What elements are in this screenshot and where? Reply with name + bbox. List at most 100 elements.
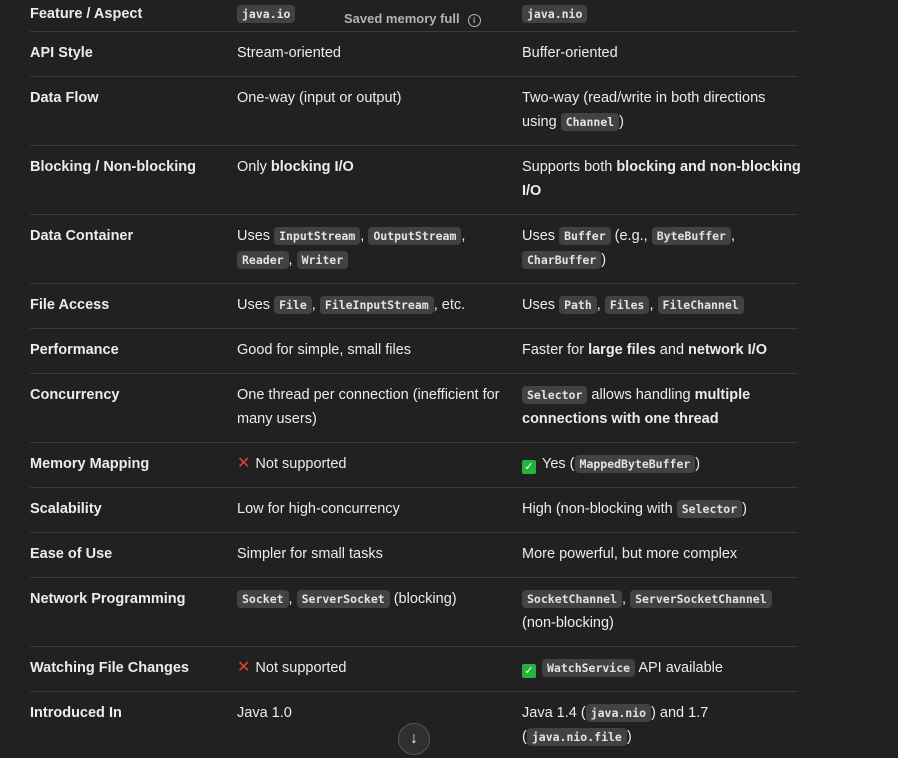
cell-text: )	[695, 456, 701, 472]
bold-text: blocking I/O	[270, 159, 354, 175]
cell-text: Two-way (read/write in both directions u…	[522, 90, 766, 130]
cell-text: Low for high-concurrency	[237, 501, 400, 517]
java-io-cell: Uses File, FileInputStream, etc.	[237, 293, 517, 317]
toast-text: Saved memory full	[344, 11, 460, 26]
code-snippet: FileInputStream	[319, 296, 434, 314]
code-snippet: MappedByteBuffer	[574, 455, 696, 473]
feature-cell: File Access	[30, 293, 230, 317]
code-snippet: Files	[604, 296, 650, 314]
java-nio-cell: Selector allows handling multiple connec…	[522, 383, 802, 431]
table-row-blocking: Blocking / Non-blocking Only blocking I/O…	[30, 145, 801, 215]
cell-text: ,	[311, 297, 320, 313]
cell-text: Only	[237, 159, 271, 175]
feature-cell: Introduced In	[30, 701, 230, 725]
cell-text: Uses	[522, 228, 560, 244]
cell-text: Introduced In	[30, 705, 122, 721]
cell-text: )	[619, 114, 625, 130]
feature-cell: Memory Mapping	[30, 452, 230, 476]
bold-text: large files	[588, 342, 656, 358]
cell-text: ,	[461, 228, 466, 244]
java-nio-cell: Uses Buffer (e.g., ByteBuffer, CharBuffe…	[522, 224, 802, 272]
cell-text: Good for simple, small files	[237, 342, 412, 358]
table-row-performance: Performance Good for simple, small files F…	[30, 328, 798, 374]
code-snippet: Channel	[560, 113, 620, 131]
java-io-cell: Socket, ServerSocket (blocking)	[237, 587, 517, 611]
code-snippet: java.nio	[585, 704, 652, 722]
cell-text: Uses	[237, 297, 275, 313]
cell-text: )	[626, 729, 632, 745]
cell-text: Watching File Changes	[30, 660, 189, 676]
java-nio-cell: Uses Path, Files, FileChannel	[522, 293, 802, 317]
feature-cell: Concurrency	[30, 383, 230, 407]
cell-text: Not supported	[255, 660, 347, 676]
java-nio-cell: High (non-blocking with Selector)	[522, 497, 802, 521]
cell-text: Network Programming	[30, 591, 186, 607]
table-row-data-container: Data Container Uses InputStream, OutputSt…	[30, 214, 798, 284]
code-snippet: CharBuffer	[522, 251, 602, 269]
code-snippet: File	[274, 296, 312, 314]
cross-mark-icon: ✕	[237, 455, 251, 472]
cell-text: Uses	[237, 228, 275, 244]
cell-text: ,	[596, 297, 605, 313]
cell-text: Buffer-oriented	[522, 45, 618, 61]
code-snippet: Socket	[237, 590, 289, 608]
table-row-file-access: File Access Uses File, FileInputStream, e…	[30, 283, 798, 329]
java-nio-cell: Faster for large files and network I/O	[522, 338, 802, 362]
java-io-cell: One thread per connection (inefficient f…	[237, 383, 517, 431]
check-mark-icon: ✓	[522, 664, 536, 678]
code-snippet: ByteBuffer	[651, 227, 731, 245]
java-nio-cell: SocketChannel, ServerSocketChannel (non-…	[522, 587, 802, 635]
cell-text: High (non-blocking with	[522, 501, 677, 517]
cell-text: Data Container	[30, 228, 134, 244]
cell-text: Memory Mapping	[30, 456, 150, 472]
table-row-watching-file-changes: Watching File Changes ✕ Not supported ✓ Watc…	[30, 646, 798, 692]
cross-mark-icon: ✕	[237, 659, 251, 676]
feature-cell: Ease of Use	[30, 542, 230, 566]
cell-text: Ease of Use	[30, 546, 113, 562]
cell-text: Performance	[30, 342, 119, 358]
code-snippet: java.io	[237, 5, 296, 23]
cell-text: Java 1.4 (	[522, 705, 586, 721]
cell-text: )	[742, 501, 747, 517]
feature-cell: Scalability	[30, 497, 230, 521]
code-snippet: ServerSocketChannel	[630, 590, 772, 608]
cell-text: One thread per connection (inefficient f…	[237, 387, 500, 427]
code-snippet: Buffer	[559, 227, 611, 245]
cell-text: Blocking / Non-blocking	[30, 159, 196, 175]
cell-text: More powerful, but more complex	[522, 546, 738, 562]
cell-text: Faster for	[522, 342, 589, 358]
java-io-cell: Uses InputStream, OutputStream, Reader, …	[237, 224, 517, 272]
java-io-cell: Good for simple, small files	[237, 338, 517, 362]
table-row-api-style: API Style Stream-oriented Buffer-oriented	[30, 31, 798, 77]
code-snippet: OutputStream	[368, 227, 462, 245]
table-row-network-programming: Network Programming Socket, ServerSocket …	[30, 577, 798, 647]
info-icon[interactable]: i	[467, 14, 481, 27]
check-mark-icon: ✓	[522, 460, 536, 474]
code-snippet: java.nio	[522, 5, 588, 23]
cell-text: Yes (	[542, 456, 575, 472]
cell-text: )	[601, 252, 607, 268]
scroll-down-button[interactable]: ↓	[398, 723, 430, 755]
java-io-cell: Only blocking I/O	[237, 155, 517, 179]
code-snippet: ServerSocket	[296, 590, 390, 608]
code-snippet: SocketChannel	[522, 590, 623, 608]
cell-text: API available	[635, 660, 723, 676]
code-snippet: java.nio.file	[526, 728, 627, 746]
cell-text: Simpler for small tasks	[237, 546, 383, 562]
cell-text: ,	[649, 297, 658, 313]
saved-memory-toast[interactable]: Saved memory full i	[342, 10, 483, 28]
code-snippet: Selector	[676, 500, 743, 518]
java-nio-cell: Java 1.4 (java.nio) and 1.7 (java.nio.fi…	[522, 701, 802, 749]
cell-text: allows handling	[587, 387, 695, 403]
java-io-cell: Simpler for small tasks	[237, 542, 517, 566]
java-nio-cell: More powerful, but more complex	[522, 542, 802, 566]
code-snippet: Reader	[237, 251, 289, 269]
java-io-cell: Stream-oriented	[237, 41, 517, 65]
table-row-scalability: Scalability Low for high-concurrency High …	[30, 487, 798, 533]
cell-text: ,	[730, 228, 736, 244]
code-snippet: Selector	[522, 386, 588, 404]
cell-text: Uses	[522, 297, 560, 313]
feature-cell: Feature / Aspect	[30, 2, 230, 26]
java-nio-cell: ✓ Yes (MappedByteBuffer)	[522, 452, 802, 476]
arrow-down-icon: ↓	[410, 730, 418, 747]
